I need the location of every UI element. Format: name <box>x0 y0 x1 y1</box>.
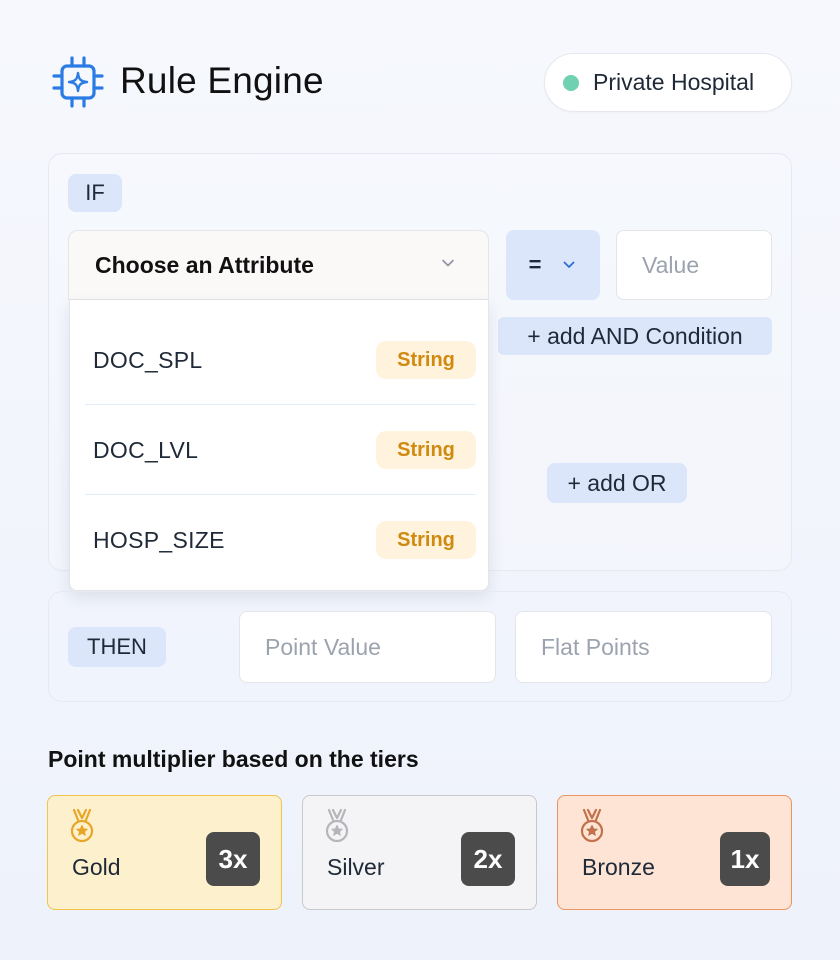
tier-name: Bronze <box>582 854 655 880</box>
operator-select[interactable]: = <box>506 230 600 300</box>
tier-name: Gold <box>72 854 121 880</box>
attribute-dropdown-menu: DOC_SPL String DOC_LVL String HOSP_SIZE … <box>69 300 489 591</box>
attribute-option-name: DOC_SPL <box>93 347 203 373</box>
flat-points-placeholder: Flat Points <box>541 633 650 660</box>
context-label: Private Hospital <box>593 69 755 95</box>
if-label: IF <box>68 174 122 212</box>
tier-multiplier-badge: 3x <box>206 832 260 886</box>
attribute-type-badge: String <box>376 341 476 379</box>
value-input[interactable]: Value <box>616 230 772 300</box>
tiers-heading: Point multiplier based on the tiers <box>48 746 419 772</box>
value-input-placeholder: Value <box>642 251 700 278</box>
point-value-placeholder: Point Value <box>265 633 381 660</box>
context-selector[interactable]: Private Hospital <box>544 53 792 112</box>
then-label: THEN <box>68 627 166 667</box>
point-value-input[interactable]: Point Value <box>239 611 496 683</box>
add-or-button[interactable]: + add OR <box>547 463 687 503</box>
attribute-option[interactable]: DOC_LVL String <box>70 405 490 495</box>
tier-multiplier-badge: 2x <box>461 832 515 886</box>
tier-card-bronze[interactable]: Bronze 1x <box>557 795 792 910</box>
tier-card-silver[interactable]: Silver 2x <box>302 795 537 910</box>
attribute-option[interactable]: HOSP_SIZE String <box>70 495 490 585</box>
attribute-option-name: HOSP_SIZE <box>93 527 225 553</box>
status-dot <box>563 74 579 91</box>
tier-name: Silver <box>327 854 385 880</box>
add-and-condition-button[interactable]: + add AND Condition <box>498 317 772 355</box>
flat-points-input[interactable]: Flat Points <box>515 611 772 683</box>
tier-card-gold[interactable]: Gold 3x <box>47 795 282 910</box>
operator-value: = <box>528 252 542 277</box>
medal-icon <box>70 808 94 843</box>
attribute-option-name: DOC_LVL <box>93 437 199 463</box>
medal-icon <box>325 808 349 843</box>
page-title: Rule Engine <box>120 60 324 101</box>
attribute-option[interactable]: DOC_SPL String <box>70 315 490 405</box>
attribute-select-placeholder: Choose an Attribute <box>95 251 314 278</box>
attribute-type-badge: String <box>376 431 476 469</box>
medal-icon <box>580 808 604 843</box>
tier-multiplier-badge: 1x <box>720 832 770 886</box>
chevron-down-icon <box>442 259 454 267</box>
attribute-select[interactable]: Choose an Attribute <box>68 230 489 300</box>
chip-sparkle-icon <box>52 56 104 108</box>
chevron-down-icon <box>564 261 575 268</box>
attribute-type-badge: String <box>376 521 476 559</box>
